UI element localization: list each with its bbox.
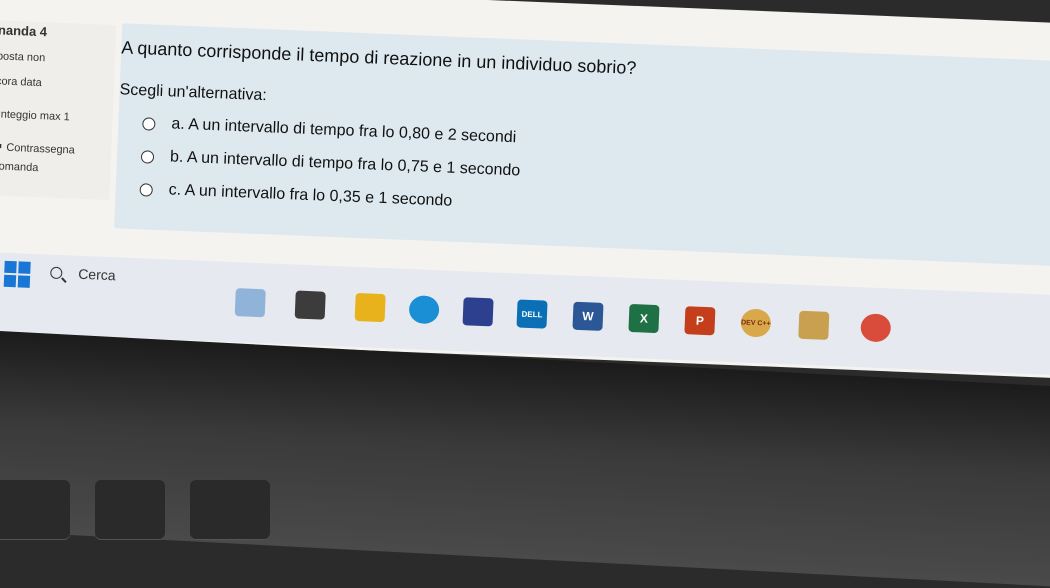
chrome-icon[interactable]: [860, 313, 892, 343]
question-panel: A quanto corrisponde il tempo di reazion…: [114, 23, 1050, 266]
option-a-label: a. A un intervallo di tempo fra lo 0,80 …: [171, 115, 517, 147]
question-status: posta non: [0, 50, 46, 65]
keyboard-key: [0, 480, 70, 540]
flag-label-cont: domanda: [0, 160, 39, 175]
word-icon[interactable]: W: [572, 301, 604, 331]
excel-label: X: [639, 311, 649, 326]
flag-label: Contrassegna: [6, 141, 76, 157]
question-info-panel: nanda 4 posta non cora data unteggio max…: [0, 20, 117, 200]
screen: nanda 4 posta non cora data unteggio max…: [0, 0, 1050, 379]
powerpoint-icon[interactable]: P: [684, 306, 716, 336]
keyboard-key: [190, 480, 270, 540]
dev-cpp-icon[interactable]: DEV C++: [740, 308, 772, 338]
search-icon: [50, 266, 63, 280]
task-view-icon[interactable]: [294, 290, 326, 320]
dell-icon[interactable]: DELL: [516, 299, 548, 329]
file-explorer-icon[interactable]: [354, 292, 386, 323]
widgets-icon[interactable]: [234, 288, 266, 318]
answer-prompt: Scegli un'alternativa:: [119, 81, 268, 105]
taskbar-search[interactable]: Cerca: [50, 265, 116, 284]
radio-c[interactable]: [139, 182, 153, 197]
windows-start-icon[interactable]: [3, 260, 31, 288]
store-icon[interactable]: [462, 297, 494, 327]
radio-b[interactable]: [140, 149, 155, 164]
question-number: nanda 4: [0, 22, 48, 40]
edge-browser-icon[interactable]: [408, 295, 440, 325]
option-c[interactable]: c. A un intervallo fra lo 0,35 e 1 secon…: [139, 180, 453, 211]
app-icon[interactable]: [798, 310, 830, 340]
question-text: A quanto corrisponde il tempo di reazion…: [121, 37, 637, 79]
excel-icon[interactable]: X: [628, 303, 660, 334]
flag-question-button[interactable]: ⚑ Contrassegna: [0, 140, 75, 156]
radio-a[interactable]: [142, 116, 156, 131]
word-label: W: [582, 309, 594, 324]
max-score: unteggio max 1: [0, 108, 71, 124]
search-label: Cerca: [77, 265, 116, 284]
option-a[interactable]: a. A un intervallo di tempo fra lo 0,80 …: [142, 114, 517, 147]
option-b[interactable]: b. A un intervallo di tempo fra lo 0,75 …: [140, 147, 521, 180]
powerpoint-label: P: [695, 313, 705, 328]
keyboard-key: [95, 480, 165, 540]
dev-cpp-label: DEV C++: [740, 318, 771, 328]
option-c-label: c. A un intervallo fra lo 0,35 e 1 secon…: [168, 181, 453, 210]
answer-status: cora data: [0, 75, 43, 90]
option-b-label: b. A un intervallo di tempo fra lo 0,75 …: [169, 148, 521, 180]
dell-label: DELL: [521, 309, 543, 319]
flag-icon: ⚑: [0, 141, 4, 154]
